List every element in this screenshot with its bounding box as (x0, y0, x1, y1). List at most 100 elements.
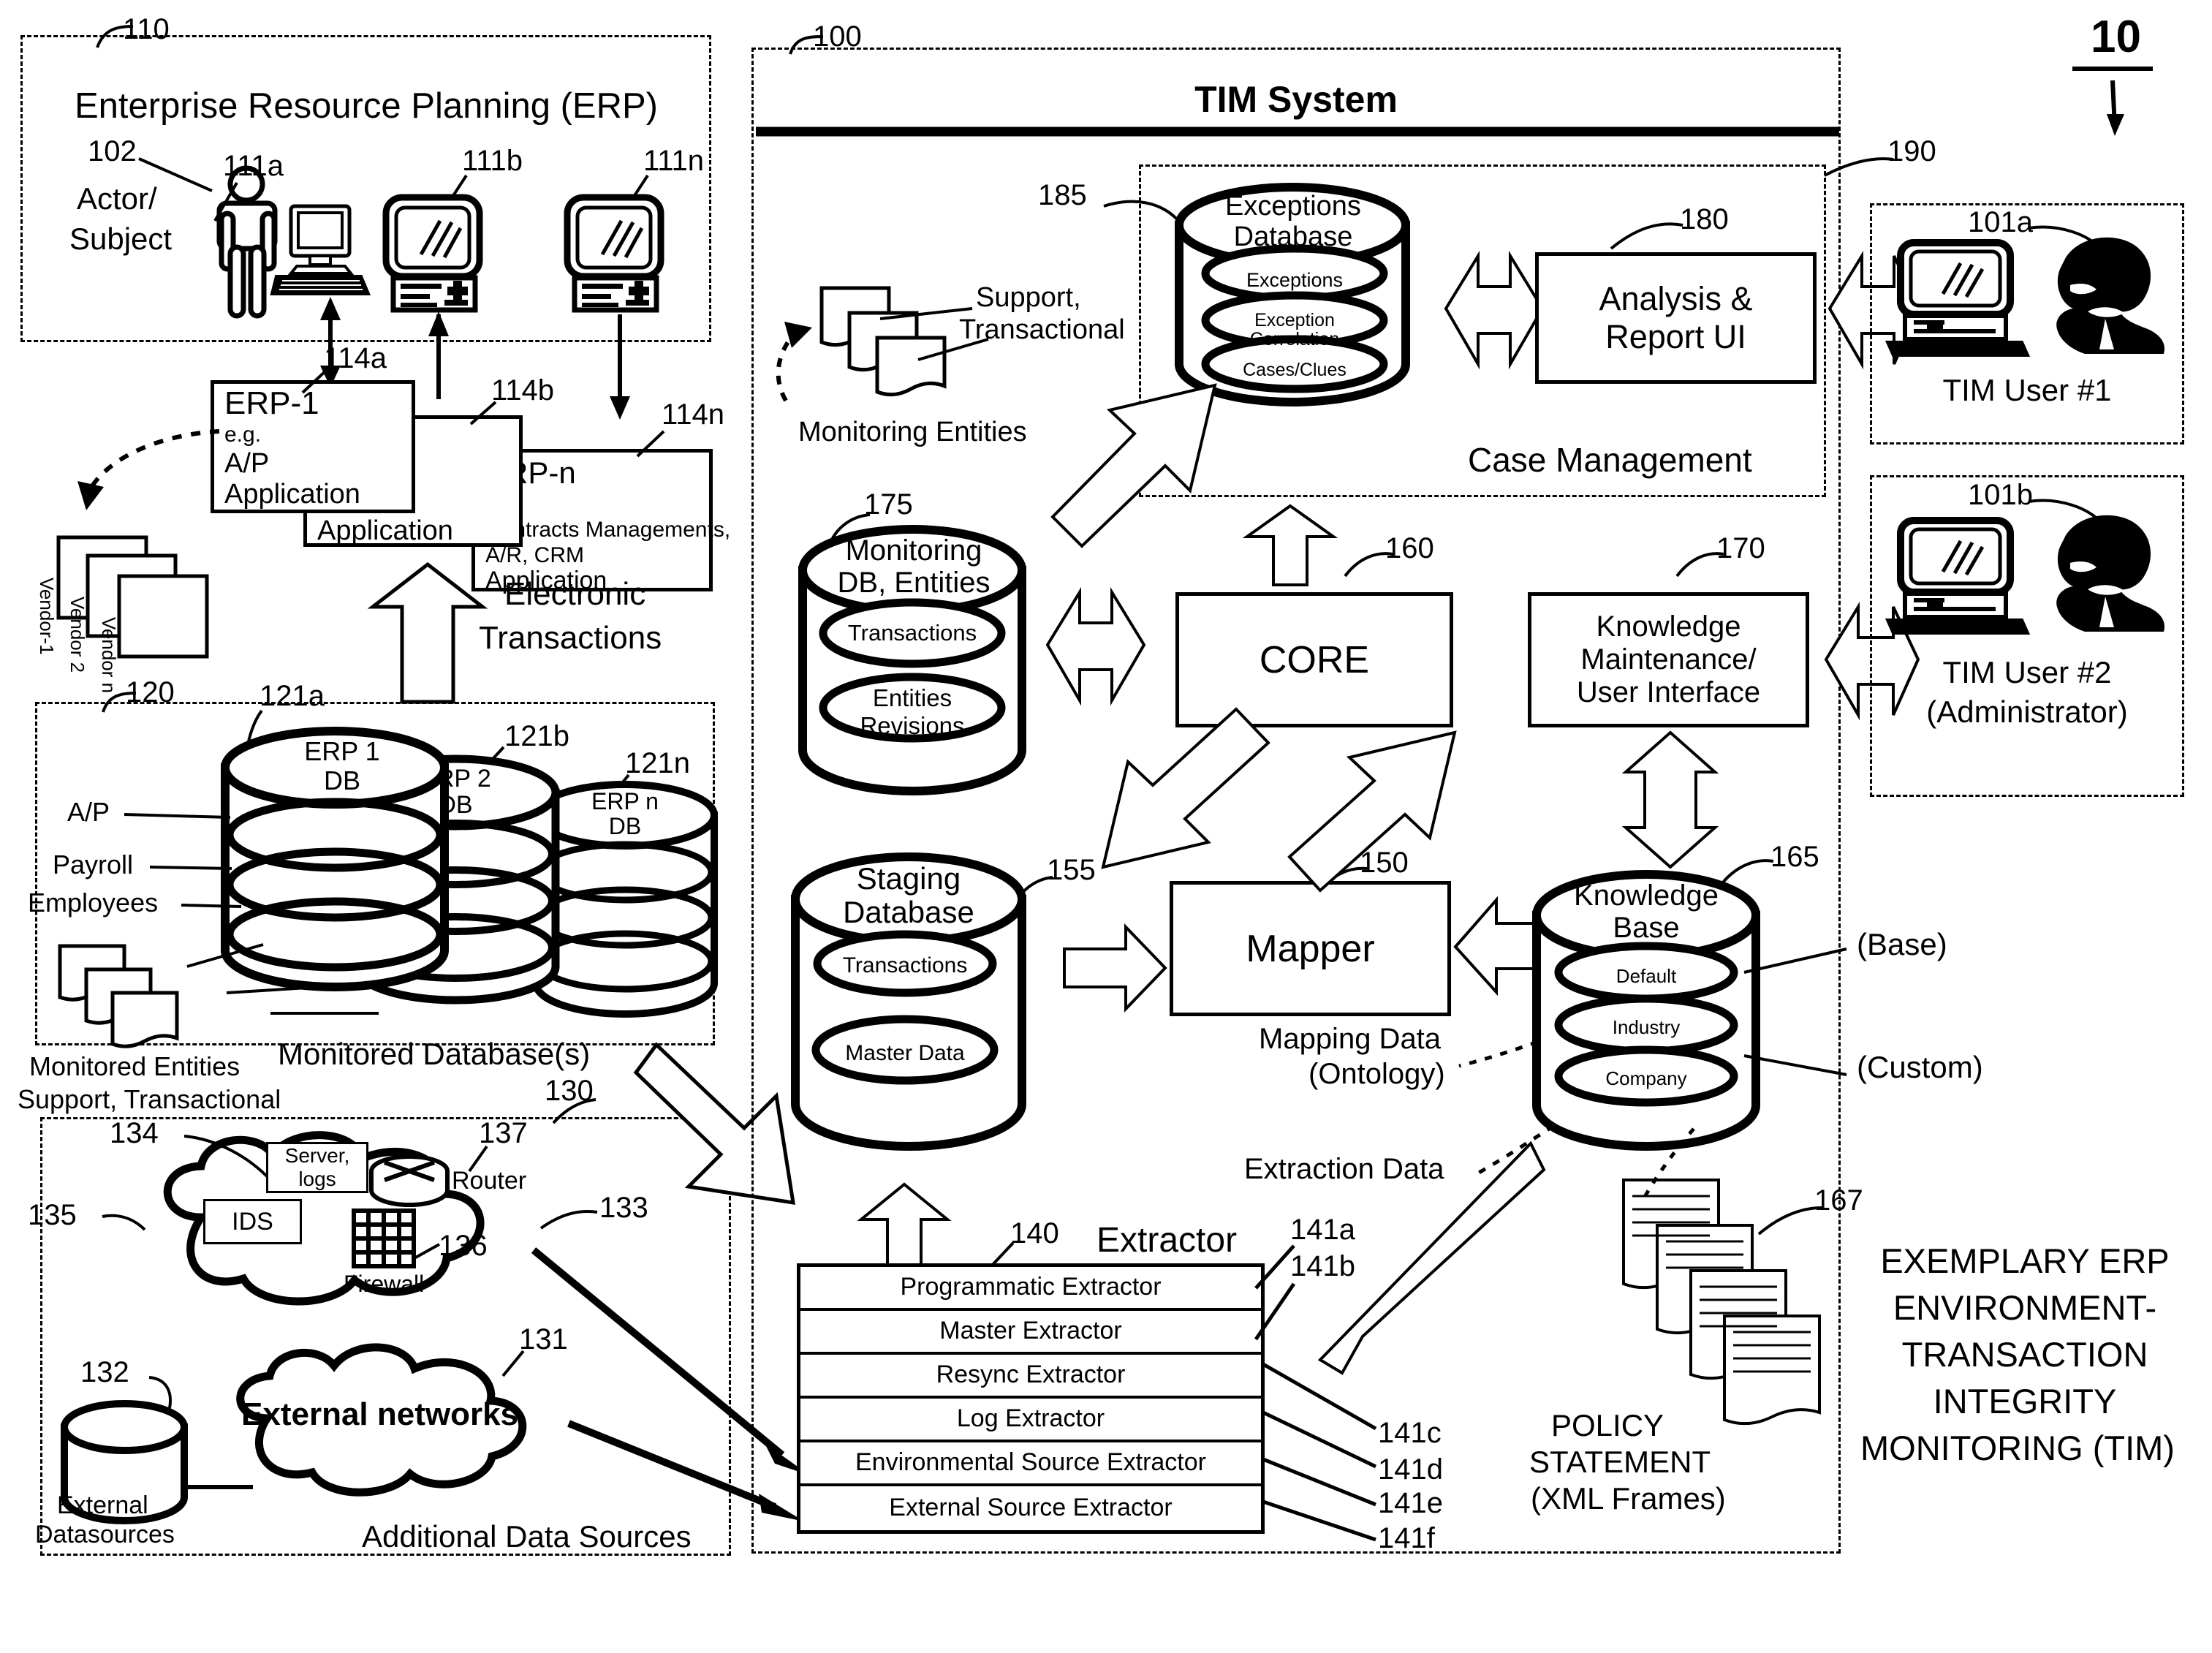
policy-line2: STATEMENT (1529, 1445, 1711, 1479)
knowledge-maintenance-box[interactable]: Knowledge Maintenance/ User Interface (1528, 592, 1809, 727)
db-slice-leader-employees (181, 904, 242, 908)
analysis-report-ui-line1: Analysis & (1599, 280, 1753, 317)
core-box[interactable]: CORE (1175, 592, 1453, 727)
kb-base-tag-leader (1743, 947, 1847, 974)
electronic-transactions-arrow (367, 561, 488, 704)
analysis-report-ui-box[interactable]: Analysis & Report UI (1535, 252, 1817, 384)
svg-text:ERP 1: ERP 1 (304, 736, 379, 766)
extractor-row-3[interactable]: Log Extractor (800, 1399, 1261, 1442)
db-slice-leader-payroll (149, 866, 232, 870)
erp1-to-vendor-dotted-arrow (77, 429, 220, 510)
ref-101b: 101b (1968, 479, 2033, 511)
policy-line3: (XML Frames) (1531, 1481, 1726, 1516)
kb-to-policy-dotted-leader (1640, 1127, 1695, 1202)
extractor-box: Programmatic Extractor Master Extractor … (797, 1263, 1265, 1534)
exceptionsdb-analysisui-arrow (1444, 250, 1545, 370)
ref-190-leader (1824, 157, 1894, 177)
ref-135-leader (102, 1214, 146, 1231)
ref-111a: 111a (223, 150, 284, 182)
ref-134: 134 (110, 1117, 159, 1149)
db-slice-label-employees: Employees (28, 888, 159, 918)
svg-text:Base: Base (1613, 912, 1679, 944)
monitored-entities-documents-icon (58, 944, 179, 1048)
ref-114b-leader (469, 401, 497, 425)
server-logs-label-line2: logs (298, 1168, 336, 1190)
workstation-icon-111n (564, 194, 664, 313)
tim-user2-terminal-icon (1885, 517, 2031, 635)
svg-text:Transactions: Transactions (843, 953, 968, 977)
knowledge-maintenance-line2: Maintenance/ (1580, 643, 1757, 676)
monitoringdb-core-arrow (1045, 586, 1146, 706)
ref-170-leader (1675, 552, 1724, 578)
svg-text:Revisions: Revisions (860, 712, 964, 739)
db-slice-label-payroll: Payroll (53, 850, 134, 880)
erp-app-1-desc: A/P (224, 448, 270, 479)
electronic-transactions-line2: Transactions (479, 620, 662, 656)
svg-text:Exceptions: Exceptions (1225, 191, 1361, 222)
extractor-row-4[interactable]: Environmental Source Extractor (800, 1442, 1261, 1486)
mapper-box[interactable]: Mapper (1170, 881, 1451, 1016)
figure-caption-line4: INTEGRITY (1933, 1382, 2117, 1421)
monitoringdb-to-exceptionsdb-arrow (1050, 383, 1217, 548)
figure-number-underline-and-arrow (2072, 67, 2153, 136)
svg-text:Knowledge: Knowledge (1574, 880, 1719, 912)
workstation-icon-111a (270, 204, 371, 295)
workstation-icon-111b (382, 194, 483, 313)
tim-user1-label: TIM User #1 (1942, 373, 2112, 407)
monitored-db-region-caption: Monitored Database(s) (278, 1037, 591, 1071)
kb-base-tag: (Base) (1857, 927, 1947, 961)
kb-custom-tag-leader (1743, 1054, 1847, 1076)
policy-line1: POLICY (1551, 1408, 1664, 1442)
ref-180: 180 (1680, 203, 1729, 235)
ids-node[interactable]: IDS (203, 1199, 302, 1244)
mapper-to-core-arrow (1287, 730, 1457, 893)
figure-number: 10 (2091, 12, 2141, 62)
svg-text:Exception: Exception (1254, 310, 1335, 330)
figure-caption-line1: EXEMPLARY ERP (1880, 1241, 2170, 1280)
tim-user1-person-icon (2056, 237, 2165, 354)
stagingdb-to-mapper-arrow (1063, 923, 1167, 1013)
ref-111n: 111n (643, 145, 705, 177)
svg-text:Vendor-1: Vendor-1 (36, 578, 58, 655)
firewall-icon (352, 1208, 416, 1268)
svg-text:Company: Company (1605, 1067, 1686, 1089)
ref-121a: 121a (260, 680, 325, 712)
svg-text:DB: DB (324, 765, 360, 795)
tim-user2-label-line1: TIM User #2 (1942, 655, 2112, 689)
figure-caption-line3: TRANSACTION (1901, 1335, 2148, 1374)
knowledge-maintenance-line3: User Interface (1576, 676, 1761, 708)
figure-caption-line2: ENVIRONMENT- (1893, 1288, 2157, 1327)
svg-text:Master Data: Master Data (845, 1041, 965, 1065)
monitoring-entities-caption: Monitoring Entities (798, 417, 1027, 447)
svg-text:Vendor 2: Vendor 2 (67, 597, 88, 673)
stagingdb-to-monitoringdb-arrow (1101, 707, 1270, 869)
arrow-111b-to-erp2 (428, 311, 449, 399)
extractor-row-4-label: Environmental Source Extractor (855, 1448, 1206, 1477)
erp-app-1-eg: e.g. (224, 423, 262, 447)
ref-135: 135 (28, 1199, 77, 1231)
extractor-row-1[interactable]: Master Extractor (800, 1311, 1261, 1355)
svg-text:Cases/Clues: Cases/Clues (1243, 360, 1346, 380)
electronic-transactions-line1: Electronic (504, 576, 646, 612)
ref-180-leader (1610, 222, 1683, 250)
svg-text:ERP n: ERP n (591, 788, 659, 814)
actor-label-line2: Subject (69, 222, 173, 256)
extractor-row-2[interactable]: Resync Extractor (800, 1355, 1261, 1399)
mapper-label: Mapper (1246, 927, 1375, 970)
external-networks-label: External networks (241, 1396, 519, 1432)
extractor-row-0[interactable]: Programmatic Extractor (800, 1267, 1261, 1311)
extractor-row-0-label: Programmatic Extractor (900, 1273, 1162, 1301)
analysis-report-ui-line2: Report UI (1605, 318, 1746, 355)
tim-system-title: TIM System (1194, 79, 1398, 120)
monitored-entities-caption-line1: Monitored Entities (29, 1051, 240, 1081)
mapping-data-line2: (Ontology) (1308, 1058, 1445, 1090)
ref-132: 132 (80, 1356, 129, 1388)
svg-text:Correlation: Correlation (1250, 329, 1339, 349)
server-logs-node[interactable]: Server, logs (266, 1142, 368, 1193)
extractor-row-1-label: Master Extractor (939, 1317, 1122, 1345)
svg-text:Industry: Industry (1613, 1016, 1681, 1038)
monitoring-db-cylinder: Monitoring DB, Entities Transactions Ent… (798, 525, 1026, 795)
ids-label: IDS (232, 1207, 273, 1236)
ref-133-leader (539, 1210, 598, 1230)
extractor-row-5[interactable]: External Source Extractor (800, 1486, 1261, 1530)
